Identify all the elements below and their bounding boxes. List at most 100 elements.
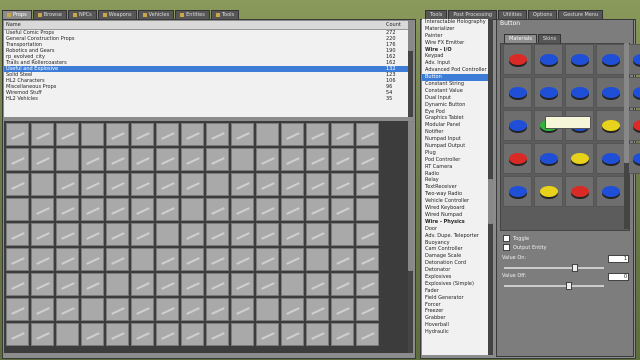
wire-tool-item[interactable]: Wired Keyboard (422, 205, 488, 212)
prop-thumbnail[interactable] (356, 223, 379, 246)
prop-thumbnail[interactable] (106, 248, 129, 271)
prop-thumbnail[interactable] (306, 148, 329, 171)
wire-tool-item[interactable]: Advanced Pod Controller (422, 67, 488, 74)
prop-thumbnail[interactable] (356, 273, 379, 296)
toggle-checkbox[interactable]: Toggle (503, 235, 529, 242)
wire-tool-item[interactable]: Forcer (422, 302, 488, 309)
button-model-red[interactable] (503, 44, 532, 75)
button-model-blue[interactable] (503, 77, 532, 108)
prop-thumbnail[interactable] (306, 173, 329, 196)
prop-thumbnail[interactable] (356, 248, 379, 271)
wire-tool-item[interactable]: Explosives (422, 274, 488, 281)
button-model-blue[interactable] (565, 77, 594, 108)
prop-thumbnail[interactable] (56, 273, 79, 296)
wire-tool-item[interactable]: Constant String (422, 81, 488, 88)
prop-thumbnail[interactable] (6, 298, 29, 321)
wire-tool-item[interactable]: Freezer (422, 308, 488, 315)
prop-thumbnail[interactable] (81, 198, 104, 221)
prop-thumbnail[interactable] (6, 148, 29, 171)
prop-thumbnail[interactable] (306, 198, 329, 221)
wire-tool-item[interactable]: Plug (422, 150, 488, 157)
prop-thumbnail[interactable] (206, 173, 229, 196)
prop-thumbnail[interactable] (131, 198, 154, 221)
prop-thumbnail[interactable] (231, 223, 254, 246)
prop-thumbnail[interactable] (156, 273, 179, 296)
prop-thumbnail[interactable] (331, 223, 354, 246)
prop-thumbnail[interactable] (231, 198, 254, 221)
wire-tool-item[interactable]: Relay (422, 177, 488, 184)
prop-thumbnail[interactable] (6, 123, 29, 146)
prop-thumbnail[interactable] (6, 323, 29, 346)
wire-tool-item[interactable]: Radio (422, 171, 488, 178)
wire-tool-item[interactable]: Buoyancy (422, 240, 488, 247)
prop-thumbnail[interactable] (256, 273, 279, 296)
prop-list-scrollbar[interactable] (408, 21, 413, 117)
prop-thumbnail[interactable] (156, 248, 179, 271)
button-model-yellow[interactable] (565, 143, 594, 174)
prop-thumbnail[interactable] (356, 123, 379, 146)
prop-thumbnail[interactable] (56, 198, 79, 221)
prop-thumbnail[interactable] (281, 323, 304, 346)
prop-thumbnail[interactable] (56, 323, 79, 346)
prop-thumbnail[interactable] (281, 298, 304, 321)
prop-thumbnail[interactable] (31, 323, 54, 346)
prop-thumbnail[interactable] (356, 323, 379, 346)
wire-tool-item[interactable]: Modular Panel (422, 122, 488, 129)
wire-tool-item[interactable]: Damage Scale (422, 253, 488, 260)
wire-list-scrollbar[interactable] (488, 19, 493, 355)
prop-thumbnail[interactable] (6, 223, 29, 246)
prop-thumbnail[interactable] (106, 273, 129, 296)
prop-thumbnail[interactable] (281, 148, 304, 171)
prop-thumbnail[interactable] (206, 148, 229, 171)
model-grid-scrollbar[interactable] (624, 43, 629, 229)
button-model-blue[interactable] (596, 176, 625, 207)
prop-thumbnail[interactable] (6, 248, 29, 271)
prop-thumbnail[interactable] (156, 148, 179, 171)
prop-thumbnail[interactable] (331, 123, 354, 146)
button-model-yellow[interactable] (596, 110, 625, 141)
prop-thumbnail[interactable] (306, 298, 329, 321)
prop-thumbnail[interactable] (306, 248, 329, 271)
wire-tool-item[interactable]: Eye Pod (422, 109, 488, 116)
prop-thumbnail[interactable] (181, 323, 204, 346)
prop-thumbnail[interactable] (106, 198, 129, 221)
prop-thumbnail[interactable] (56, 248, 79, 271)
prop-thumbnail[interactable] (306, 223, 329, 246)
prop-thumbnail[interactable] (81, 173, 104, 196)
prop-thumbnail[interactable] (231, 298, 254, 321)
prop-thumbnail[interactable] (156, 173, 179, 196)
prop-thumbnail[interactable] (156, 323, 179, 346)
button-model-blue[interactable] (596, 77, 625, 108)
value-on-field[interactable]: 1 (608, 255, 629, 263)
wire-tool-item[interactable]: Dual Input (422, 95, 488, 102)
value-off-field[interactable]: 0 (608, 273, 629, 281)
button-model-blue[interactable] (596, 44, 625, 75)
prop-thumbnail[interactable] (306, 273, 329, 296)
output-entity-checkbox-box[interactable] (503, 244, 510, 251)
prop-thumbnail[interactable] (56, 148, 79, 171)
prop-thumbnail[interactable] (31, 223, 54, 246)
prop-thumbnail[interactable] (206, 248, 229, 271)
prop-thumbnail[interactable] (306, 123, 329, 146)
prop-thumbnail[interactable] (331, 198, 354, 221)
prop-thumbnail[interactable] (131, 173, 154, 196)
prop-thumbnail[interactable] (106, 323, 129, 346)
prop-thumbnail[interactable] (131, 273, 154, 296)
prop-thumbnail[interactable] (331, 323, 354, 346)
prop-thumbnail[interactable] (356, 148, 379, 171)
prop-thumbnail[interactable] (281, 273, 304, 296)
button-model-blue[interactable] (596, 143, 625, 174)
wire-tool-item[interactable]: Pod Controller (422, 157, 488, 164)
prop-thumbnail[interactable] (81, 298, 104, 321)
prop-thumbnail[interactable] (206, 123, 229, 146)
prop-thumbnail[interactable] (181, 248, 204, 271)
wire-tool-item[interactable]: Graphics Tablet (422, 115, 488, 122)
button-model-blue[interactable] (565, 44, 594, 75)
prop-thumbnail[interactable] (156, 123, 179, 146)
prop-thumbnail[interactable] (281, 198, 304, 221)
prop-thumbnail[interactable] (231, 173, 254, 196)
value-on-slider[interactable] (504, 264, 604, 272)
wire-tool-item[interactable]: Detonation Cord (422, 260, 488, 267)
button-model-blue[interactable] (503, 176, 532, 207)
wire-tool-item[interactable]: Materializer (422, 26, 488, 33)
